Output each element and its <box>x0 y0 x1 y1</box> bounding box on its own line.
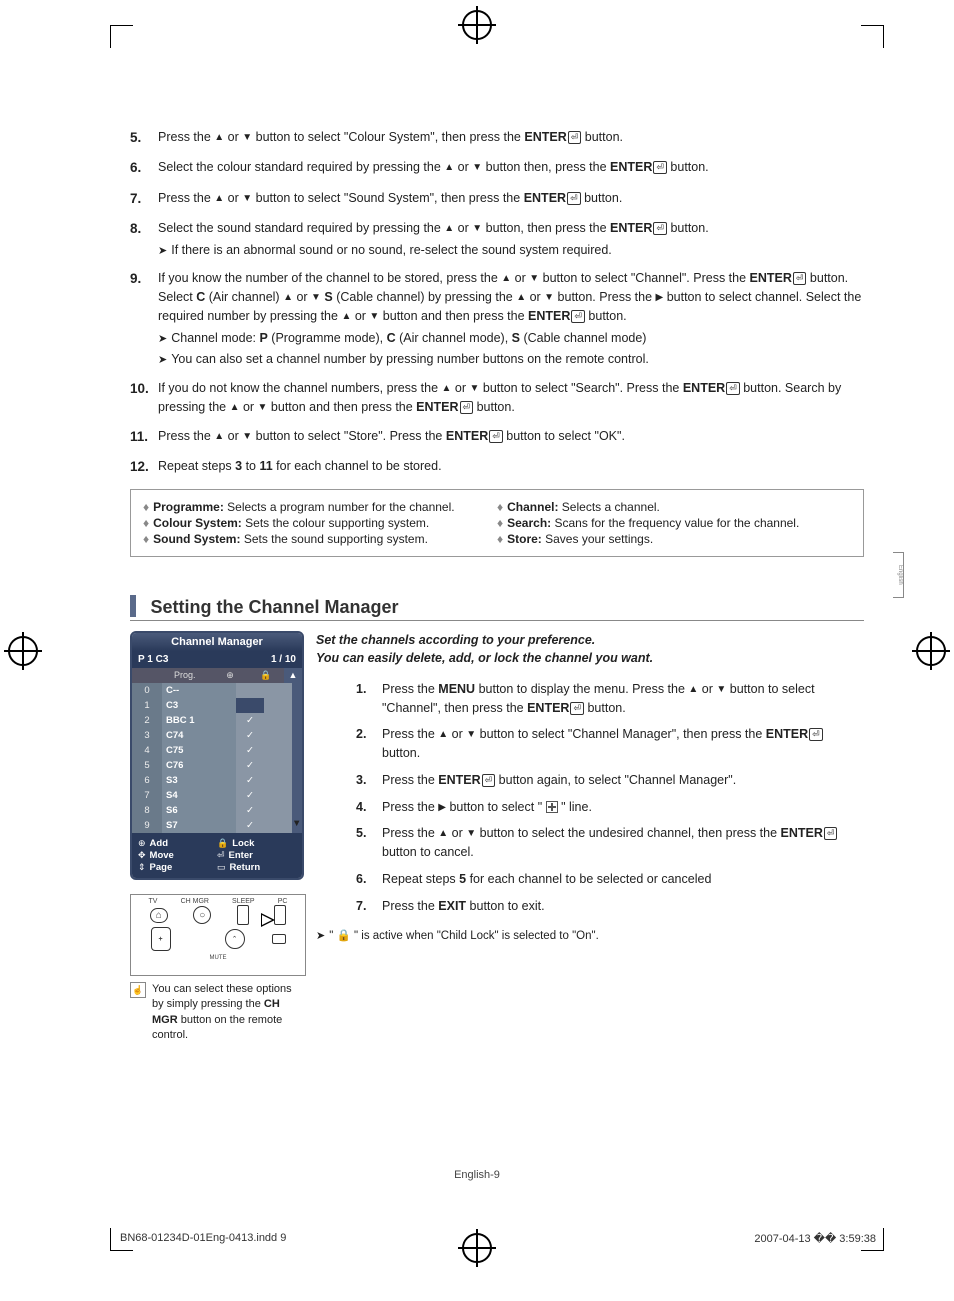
print-metadata: BN68-01234D-01Eng-0413.indd 9 2007-04-13… <box>120 1232 876 1245</box>
definitions-box: ♦Programme: Selects a program number for… <box>130 489 864 557</box>
osd-channel-row: 4C75✓ <box>132 743 302 758</box>
pointer-arrow-icon <box>261 913 275 927</box>
print-timestamp: 2007-04-13 �� 3:59:38 <box>754 1232 876 1245</box>
osd-channel-row: 2BBC 1✓ <box>132 713 302 728</box>
registration-mark-icon <box>8 636 38 666</box>
osd-channel-row: 5C76✓ <box>132 758 302 773</box>
section-title: Setting the Channel Manager <box>150 597 398 617</box>
mute-label: MUTE <box>210 955 227 961</box>
registration-mark-icon <box>462 10 492 40</box>
section-bar-icon <box>130 595 136 617</box>
crop-mark <box>110 25 133 48</box>
registration-mark-icon <box>916 636 946 666</box>
pc-button-icon <box>274 905 286 925</box>
channel-up-icon: ⌃ <box>225 929 245 949</box>
osd-title: Channel Manager <box>132 633 302 651</box>
tv-button-icon: ⌂ <box>150 908 168 923</box>
source-button-icon <box>272 934 286 944</box>
footnote: ➤" 🔒 " is active when "Child Lock" is se… <box>316 928 864 942</box>
osd-legend: ⊕Add🔒Lock✥Move⏎Enter⇕Page▭Return <box>132 833 302 878</box>
page-footer: English-9 <box>0 1169 954 1181</box>
manual-page: English 5.Press the ▲ or ▼ button to sel… <box>0 0 954 1301</box>
osd-column: Channel Manager P 1 C3 1 / 10 Prog. ⊕ 🔒 … <box>130 631 304 1044</box>
osd-channel-row: 9S7✓▼ <box>132 818 302 833</box>
indd-filename: BN68-01234D-01Eng-0413.indd 9 <box>120 1232 286 1245</box>
section-header: Setting the Channel Manager <box>130 595 864 621</box>
osd-channel-row: 0C-- <box>132 683 302 698</box>
sleep-button-icon <box>237 905 249 925</box>
osd-channel-row: 8S6✓ <box>132 803 302 818</box>
osd-channel-manager: Channel Manager P 1 C3 1 / 10 Prog. ⊕ 🔒 … <box>130 631 304 880</box>
osd-channel-row: 1C3 <box>132 698 302 713</box>
language-tab: English <box>893 552 904 598</box>
osd-page-indicator: 1 / 10 <box>271 654 296 665</box>
lock-icon: 🔒 <box>248 668 284 683</box>
osd-channel-row: 6S3✓ <box>132 773 302 788</box>
osd-channel-row: 3C74✓ <box>132 728 302 743</box>
add-icon: ⊕ <box>212 668 248 683</box>
osd-current-channel: P 1 C3 <box>138 654 168 665</box>
chmgr-button-icon: ○ <box>193 906 211 924</box>
osd-channel-row: 7S4✓ <box>132 788 302 803</box>
crop-mark <box>861 25 884 48</box>
section-instructions: Set the channels according to your prefe… <box>316 631 864 1044</box>
remote-diagram: TVCH MGRSLEEPPC ⌂ ○ + ⌃ MUTE <box>130 894 306 976</box>
instruction-list: 5.Press the ▲ or ▼ button to select "Col… <box>130 128 864 477</box>
hand-icon: ☝ <box>130 982 146 998</box>
remote-caption: ☝ You can select these options by simply… <box>130 982 304 1044</box>
osd-column-header: Prog. ⊕ 🔒 ▲ <box>132 668 302 683</box>
add-line-icon <box>546 801 558 813</box>
osd-subheader: P 1 C3 1 / 10 <box>132 651 302 668</box>
osd-header-prog: Prog. <box>170 668 212 683</box>
volume-button-icon: + <box>151 927 171 951</box>
section-intro: Set the channels according to your prefe… <box>316 631 864 667</box>
